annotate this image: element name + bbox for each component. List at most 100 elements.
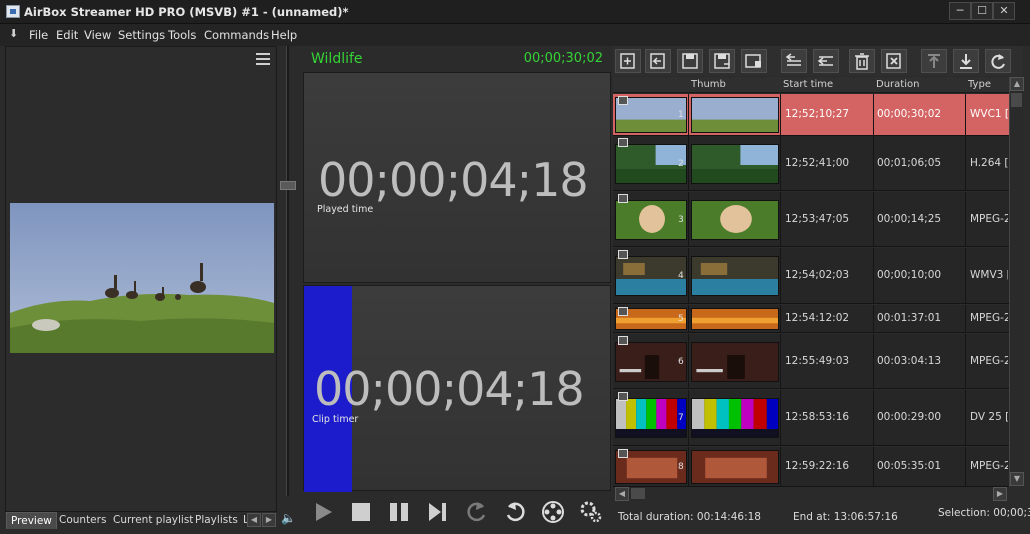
- table-row[interactable]: 7 12:58:53:16 00:00:29:00 DV 25 [F: [613, 390, 1009, 446]
- transport-bar: [303, 494, 611, 530]
- menu-edit[interactable]: Edit: [56, 28, 78, 42]
- scroll-up-icon[interactable]: ▲: [1010, 77, 1024, 91]
- hscroll-right-icon[interactable]: ▶: [993, 487, 1007, 501]
- table-row[interactable]: 4 12;54;02;03 00;00;10;00 WMV3 [: [613, 248, 1009, 304]
- row-number: 6: [678, 356, 684, 367]
- table-row[interactable]: 8 12:59:22:16 00:05:35:01 MPEG-2: [613, 447, 1009, 487]
- played-time-label: Played time: [317, 204, 374, 215]
- row-number: 4: [678, 271, 684, 281]
- table-row[interactable]: 1 12;52;10;27 00;00;30;02 WVC1 [: [613, 94, 1009, 136]
- playlist-header: Thumb Start time Duration Type: [613, 77, 1009, 93]
- row-start-time: 12:54:12:02: [785, 312, 850, 324]
- clip-type-icon: [618, 307, 628, 316]
- row-thumb-large: [691, 143, 779, 184]
- row-thumb-large: [691, 308, 779, 330]
- row-number: 3: [678, 214, 684, 225]
- selection-duration: Selection: 00;00;30: [938, 507, 1030, 519]
- played-time-value: 00;00;04;18: [318, 153, 589, 207]
- title-bar: AirBox Streamer HD PRO (MSVB) #1 - (unna…: [0, 0, 1030, 24]
- row-start-time: 12;53;47;05: [785, 212, 850, 225]
- menu-help[interactable]: Help: [271, 28, 297, 42]
- scroll-down-icon[interactable]: ▼: [1010, 472, 1024, 486]
- app-icon: [6, 5, 20, 18]
- loop-icon[interactable]: [501, 498, 529, 526]
- row-type: MPEG-2: [970, 460, 1008, 472]
- tab-current-playlist[interactable]: Current playlist: [109, 512, 197, 529]
- playlist-horizontal-scrollbar[interactable]: ◀ ▶: [613, 487, 1009, 501]
- column-thumb[interactable]: Thumb: [691, 79, 726, 90]
- menu-commands[interactable]: Commands: [204, 28, 269, 42]
- vscroll-thumb[interactable]: [1011, 93, 1022, 107]
- row-number: 5: [678, 314, 684, 324]
- tab-counters[interactable]: Counters: [55, 512, 110, 529]
- pin-icon[interactable]: ⬇: [9, 27, 18, 40]
- playlist-toolbar: [613, 46, 1023, 76]
- row-number: 8: [678, 462, 684, 472]
- row-thumb-large: [691, 256, 779, 296]
- settings-gears-icon[interactable]: [577, 498, 605, 526]
- end-at: End at: 13:06:57:16: [793, 511, 898, 523]
- film-reel-icon[interactable]: [539, 498, 567, 526]
- menu-bar: ⬇ File Edit View Settings Tools Commands…: [0, 24, 1030, 46]
- column-start-time[interactable]: Start time: [783, 79, 833, 90]
- menu-file[interactable]: File: [29, 28, 48, 42]
- pause-icon[interactable]: [385, 498, 413, 526]
- move-down-list-icon[interactable]: [813, 49, 839, 73]
- insert-file-icon[interactable]: [645, 49, 671, 73]
- column-type[interactable]: Type: [968, 79, 991, 90]
- table-row[interactable]: 5 12:54:12:02 00:01:37:01 MPEG-2: [613, 305, 1009, 333]
- play-icon[interactable]: [309, 498, 337, 526]
- tabs-scroll-left-icon[interactable]: ◀: [247, 513, 261, 527]
- row-start-time: 12:55:49:03: [785, 354, 850, 367]
- next-icon[interactable]: [423, 498, 451, 526]
- row-thumb-large: [691, 398, 779, 438]
- save-icon[interactable]: [677, 49, 703, 73]
- row-type: MPEG-2: [970, 212, 1008, 225]
- move-top-icon[interactable]: [921, 49, 947, 73]
- hscroll-left-icon[interactable]: ◀: [615, 487, 629, 501]
- tabs-scroll-right-icon[interactable]: ▶: [262, 513, 276, 527]
- clear-icon[interactable]: [881, 49, 907, 73]
- stop-icon[interactable]: [347, 498, 375, 526]
- row-duration: 00:03:04:13: [877, 354, 942, 367]
- column-duration[interactable]: Duration: [876, 79, 919, 90]
- playlist-vertical-scrollbar[interactable]: ▲ ▼: [1009, 77, 1024, 487]
- volume-slider-track[interactable]: [286, 46, 289, 496]
- row-thumbnail: [615, 398, 687, 438]
- row-duration: 00:01:37:01: [877, 312, 942, 324]
- menu-tools[interactable]: Tools: [168, 28, 196, 42]
- row-start-time: 12;52;41;00: [785, 156, 850, 169]
- row-type: WMV3 [: [970, 269, 1008, 281]
- rewind-icon[interactable]: [463, 498, 491, 526]
- tab-playlists[interactable]: Playlists: [191, 512, 242, 529]
- tab-preview[interactable]: Preview: [6, 512, 57, 529]
- menu-view[interactable]: View: [84, 28, 111, 42]
- row-thumb-large: [691, 450, 779, 484]
- save-as-icon[interactable]: [709, 49, 735, 73]
- row-thumbnail: [615, 256, 687, 296]
- table-row[interactable]: 6 12:55:49:03 00:03:04:13 MPEG-2: [613, 334, 1009, 389]
- close-button[interactable]: ✕: [993, 2, 1015, 20]
- speaker-icon[interactable]: 🔈: [281, 511, 296, 525]
- add-file-icon[interactable]: [615, 49, 641, 73]
- hscroll-thumb[interactable]: [631, 488, 645, 499]
- clip-timer-panel: 00;00;04;18 Clip timer: [303, 285, 611, 492]
- playlist-footer: Total duration: 00:14:46:18 End at: 13:0…: [613, 503, 1030, 531]
- download-icon[interactable]: [953, 49, 979, 73]
- clip-timer-value: 00;00;04;18: [314, 362, 585, 416]
- refresh-icon[interactable]: [985, 49, 1011, 73]
- clip-timer-label: Clip timer: [312, 414, 359, 425]
- delete-icon[interactable]: [849, 49, 875, 73]
- maximize-button[interactable]: ☐: [971, 2, 993, 20]
- export-icon[interactable]: [741, 49, 767, 73]
- table-row[interactable]: 2 12;52;41;00 00;01;06;05 H.264 [U: [613, 136, 1009, 191]
- menu-settings[interactable]: Settings: [118, 28, 165, 42]
- volume-slider-thumb[interactable]: [280, 181, 296, 190]
- panel-menu-icon[interactable]: [256, 53, 270, 65]
- played-time-panel: 00;00;04;18 Played time: [303, 72, 611, 283]
- minimize-button[interactable]: ─: [949, 2, 971, 20]
- row-start-time: 12:59:22:16: [785, 460, 850, 472]
- clip-type-icon: [618, 449, 628, 458]
- move-up-list-icon[interactable]: [781, 49, 807, 73]
- table-row[interactable]: 3 12;53;47;05 00;00;14;25 MPEG-2: [613, 192, 1009, 247]
